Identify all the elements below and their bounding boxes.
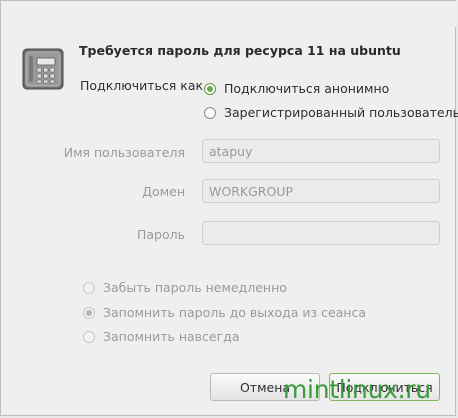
radio-unchecked-indicator[interactable] [204, 106, 216, 119]
radio-remember-session-label: Запомнить пароль до выхода из сеанса [103, 305, 367, 320]
username-field[interactable]: atapuy [202, 139, 440, 163]
radio-checked-indicator[interactable] [83, 306, 95, 319]
password-dialog: Требуется пароль для ресурса 11 на ubunt… [0, 0, 458, 416]
dialog-title: Требуется пароль для ресурса 11 на ubunt… [79, 43, 401, 58]
radio-anonymous-label: Подключиться анонимно [224, 81, 390, 96]
watermark-text: mintlinux.ru [283, 375, 431, 404]
dialog-titlebar [1, 1, 457, 27]
radio-remember-forever[interactable]: Запомнить навсегда [83, 329, 239, 344]
radio-unchecked-indicator[interactable] [83, 281, 95, 294]
domain-field[interactable]: WORKGROUP [202, 179, 440, 203]
connect-as-label: Подключиться как [80, 78, 204, 93]
safe-lock-icon [21, 47, 65, 91]
username-label: Имя пользователя [63, 145, 185, 160]
radio-remember-forever-label: Запомнить навсегда [103, 329, 240, 344]
radio-registered-user-label: Зарегистрированный пользователь [224, 105, 458, 120]
radio-registered-user[interactable]: Зарегистрированный пользователь [204, 105, 458, 120]
radio-checked-indicator[interactable] [204, 82, 216, 95]
radio-unchecked-indicator[interactable] [83, 330, 95, 343]
radio-remember-session[interactable]: Запомнить пароль до выхода из сеанса [83, 305, 366, 320]
domain-label: Домен [142, 184, 185, 199]
password-label: Пароль [137, 227, 185, 242]
radio-anonymous[interactable]: Подключиться анонимно [204, 81, 389, 96]
radio-forget-immediately[interactable]: Забыть пароль немедленно [83, 280, 287, 295]
password-field[interactable] [202, 221, 440, 245]
radio-forget-immediately-label: Забыть пароль немедленно [103, 280, 287, 295]
